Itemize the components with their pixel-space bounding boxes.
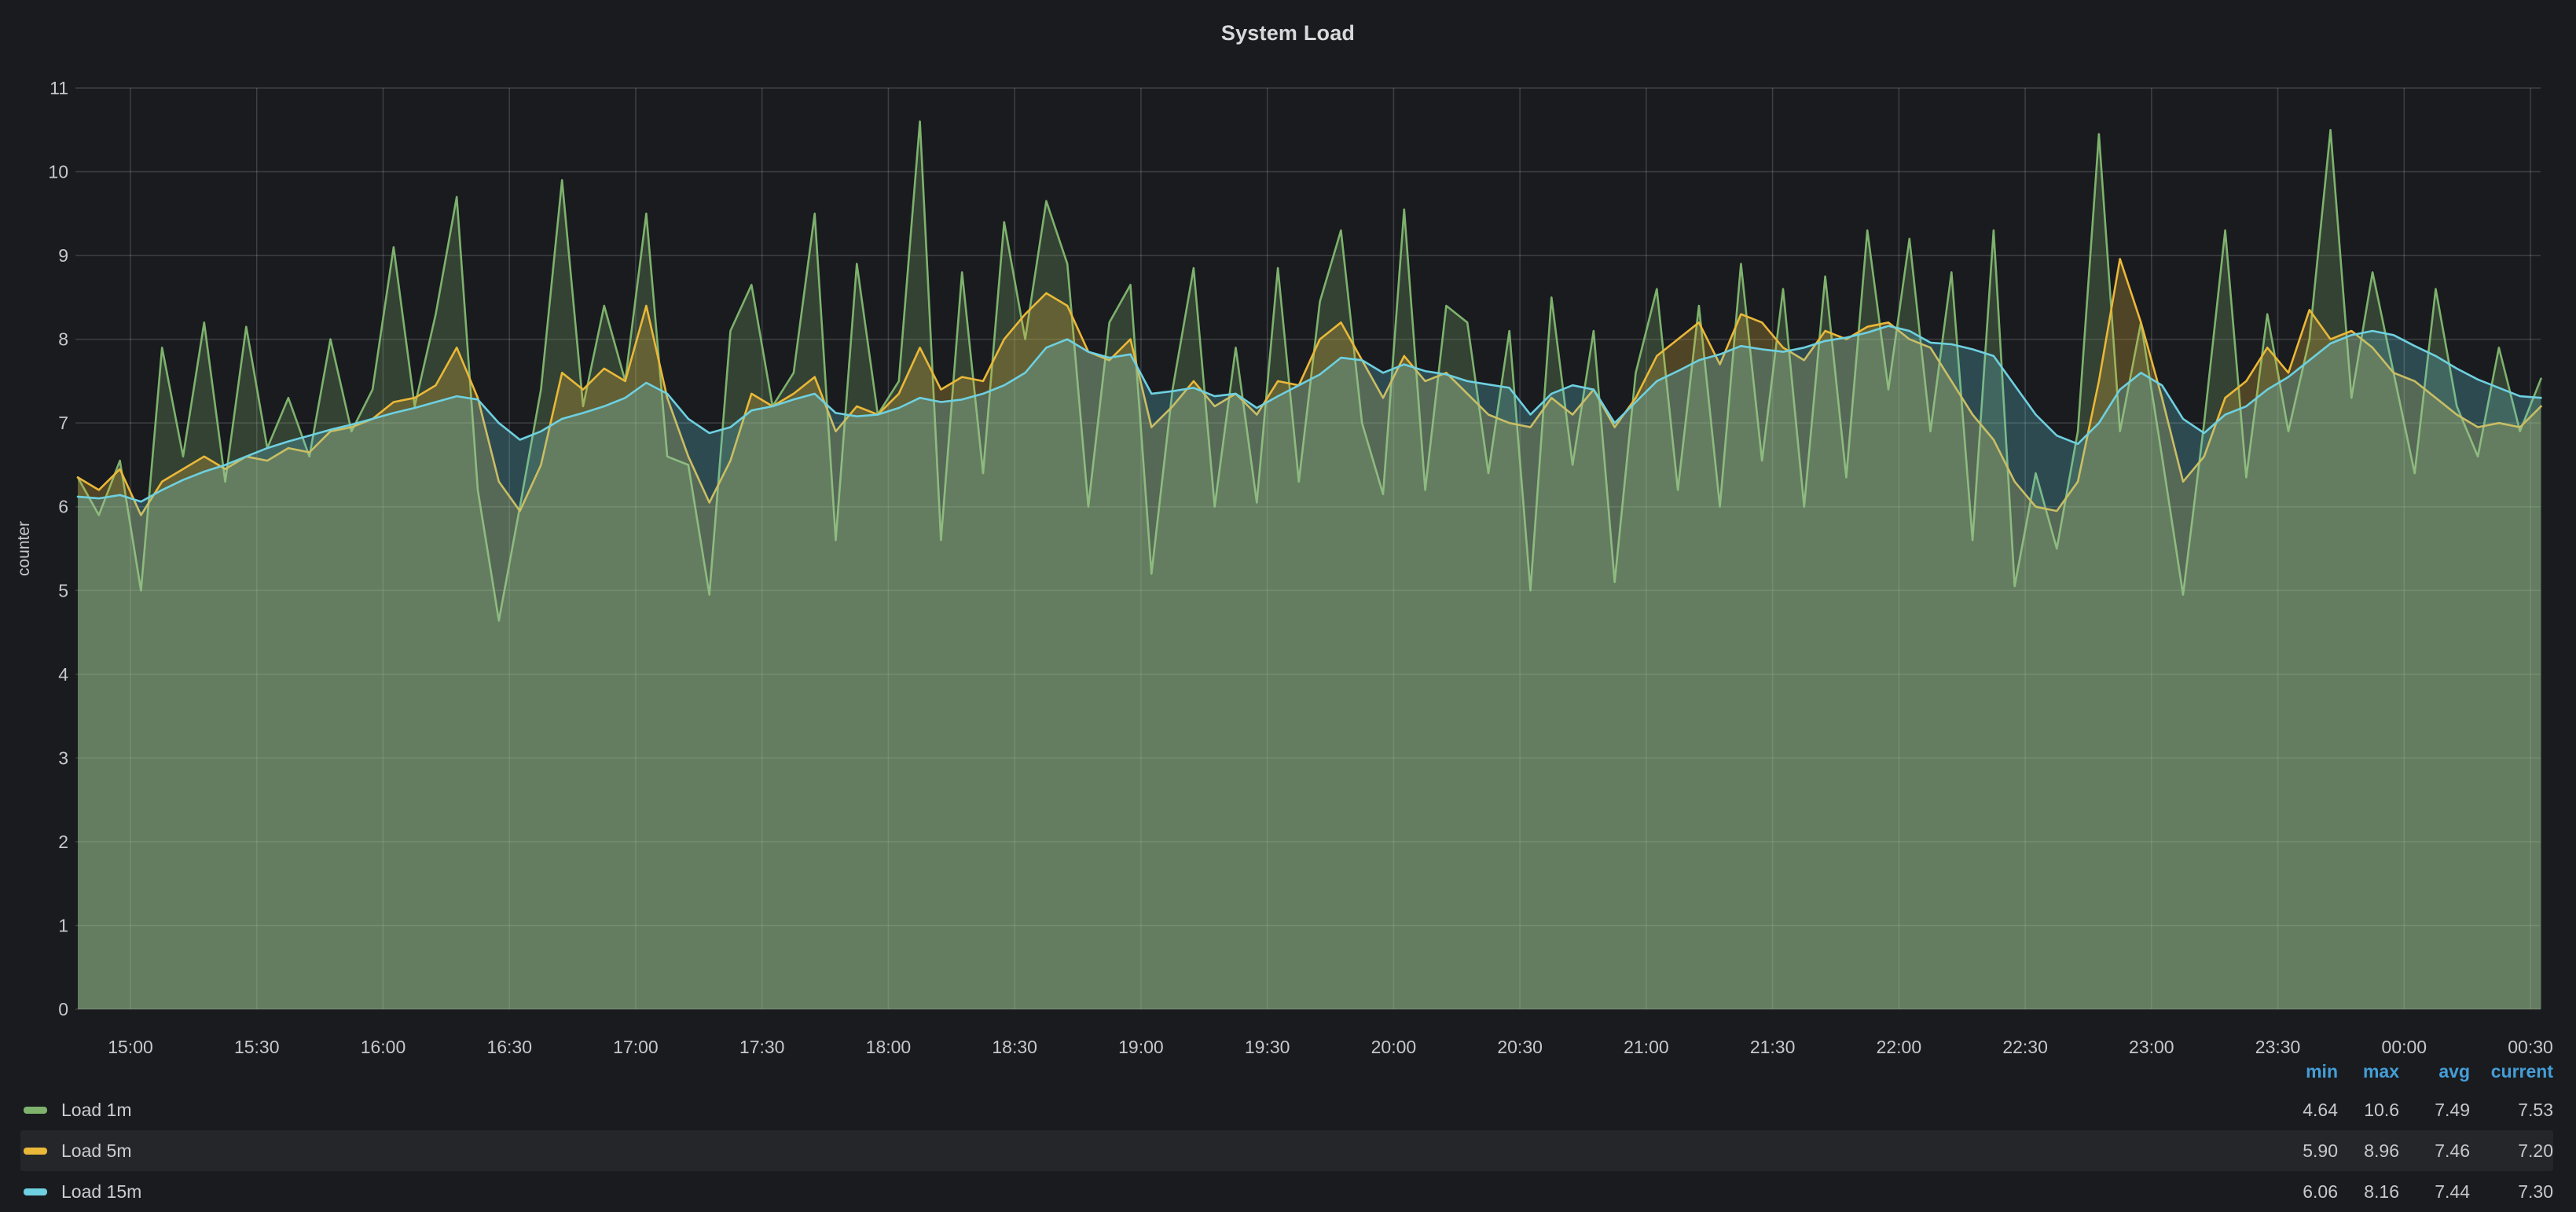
- system-load-panel: System Load 0123456789101115:0015:3016:0…: [0, 0, 2576, 1212]
- y-axis-unit-label: counter: [15, 521, 34, 576]
- y-tick-label: 3: [58, 747, 68, 768]
- series-area-load-15m: [78, 326, 2541, 1009]
- y-tick-label: 9: [58, 245, 68, 266]
- stat-load-15m-max: 8.16: [2338, 1181, 2399, 1203]
- stat-load-1m-avg: 7.49: [2399, 1100, 2470, 1121]
- legend-row-load-15m[interactable]: Load 15m 6.06 8.16 7.44 7.30: [20, 1171, 2553, 1212]
- legend-row-load-5m[interactable]: Load 5m 5.90 8.96 7.46 7.20: [20, 1130, 2553, 1171]
- legend-color-icon-load-1m[interactable]: [24, 1107, 47, 1114]
- y-tick-label: 0: [58, 999, 68, 1019]
- stat-load-1m-min: 4.64: [2275, 1100, 2338, 1121]
- stat-load-5m-current: 7.20: [2470, 1140, 2553, 1162]
- stat-load-5m-min: 5.90: [2275, 1140, 2338, 1162]
- legend-color-icon-load-5m[interactable]: [24, 1148, 47, 1155]
- stat-load-1m-current: 7.53: [2470, 1100, 2553, 1121]
- y-tick-label: 1: [58, 915, 68, 935]
- legend-stats-header-row: min max avg current: [20, 1053, 2553, 1089]
- stat-load-5m-max: 8.96: [2338, 1140, 2399, 1162]
- legend-color-icon-load-15m[interactable]: [24, 1188, 47, 1195]
- stats-header-avg[interactable]: avg: [2399, 1061, 2470, 1082]
- y-tick-label: 10: [48, 162, 68, 182]
- legend-label-load-15m[interactable]: Load 15m: [61, 1181, 141, 1203]
- y-tick-label: 4: [58, 664, 68, 685]
- y-tick-label: 11: [50, 78, 68, 98]
- stats-header-max[interactable]: max: [2338, 1061, 2399, 1082]
- stat-load-15m-current: 7.30: [2470, 1181, 2553, 1203]
- legend: min max avg current Load 1m 4.64 10.6 7.…: [20, 1053, 2553, 1212]
- timeseries-chart[interactable]: 0123456789101115:0015:3016:0016:3017:001…: [0, 0, 2576, 1212]
- y-tick-label: 7: [58, 413, 68, 433]
- y-tick-label: 2: [58, 832, 68, 852]
- stat-load-15m-min: 6.06: [2275, 1181, 2338, 1203]
- y-tick-label: 5: [58, 580, 68, 600]
- stats-header-min[interactable]: min: [2275, 1061, 2338, 1082]
- legend-label-load-5m[interactable]: Load 5m: [61, 1140, 132, 1162]
- stats-header-current[interactable]: current: [2470, 1061, 2553, 1082]
- y-tick-label: 6: [58, 497, 68, 517]
- legend-row-load-1m[interactable]: Load 1m 4.64 10.6 7.49 7.53: [20, 1089, 2553, 1130]
- stat-load-5m-avg: 7.46: [2399, 1140, 2470, 1162]
- stat-load-15m-avg: 7.44: [2399, 1181, 2470, 1203]
- y-tick-label: 8: [58, 329, 68, 350]
- stat-load-1m-max: 10.6: [2338, 1100, 2399, 1121]
- legend-label-load-1m[interactable]: Load 1m: [61, 1100, 132, 1121]
